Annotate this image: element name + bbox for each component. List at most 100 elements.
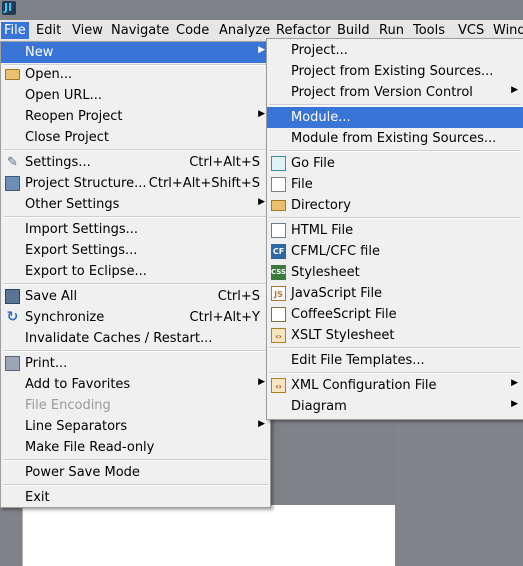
menu-build[interactable]: Build (334, 22, 373, 39)
menu-item-exit[interactable]: Exit (1, 487, 270, 508)
folder-icon (5, 69, 20, 80)
menu-separator (3, 484, 268, 486)
menu-item-label: Export Settings... (25, 243, 138, 258)
app-icon-letters: JI (4, 1, 13, 14)
menu-item-label: File Encoding (25, 398, 111, 413)
menu-separator (3, 283, 268, 285)
menu-window[interactable]: Wind (490, 22, 523, 39)
menu-view[interactable]: View (69, 22, 106, 39)
menu-item-close-project[interactable]: Close Project (1, 127, 270, 148)
menu-item-other-settings[interactable]: Other Settings ▶ (1, 194, 270, 215)
menu-item-print[interactable]: Print... (1, 353, 270, 374)
shortcut-label: Ctrl+S (217, 289, 260, 304)
menu-item-directory[interactable]: Directory (267, 195, 523, 216)
shortcut-label: Ctrl+Alt+Y (189, 310, 260, 325)
menu-vcs[interactable]: VCS (455, 22, 487, 39)
menu-item-label: Add to Favorites (25, 377, 131, 392)
menu-item-label: CFML/CFC file (291, 244, 380, 259)
css-file-icon: CSS (271, 265, 286, 280)
submenu-arrow-icon: ▶ (258, 377, 265, 387)
menu-item-label: Project from Version Control (291, 85, 473, 100)
menu-item-label: Make File Read-only (25, 440, 155, 455)
coffeescript-file-icon (271, 307, 286, 322)
menu-item-export-to-eclipse[interactable]: Export to Eclipse... (1, 261, 270, 282)
menu-item-label: JavaScript File (291, 286, 383, 301)
menu-navigate[interactable]: Navigate (108, 22, 172, 39)
menu-item-label: Save All (25, 289, 78, 304)
menu-analyze[interactable]: Analyze (216, 22, 273, 39)
menu-item-line-separators[interactable]: Line Separators ▶ (1, 416, 270, 437)
menu-item-file-encoding: File Encoding (1, 395, 270, 416)
wrench-icon: ✎ (7, 155, 18, 170)
menu-item-html-file[interactable]: HTML File (267, 220, 523, 241)
go-file-icon (271, 156, 286, 171)
menu-item-import-settings[interactable]: Import Settings... (1, 219, 270, 240)
menu-run[interactable]: Run (376, 22, 407, 39)
shortcut-label: Ctrl+Alt+Shift+S (148, 176, 260, 191)
xslt-file-icon: ‹› (271, 328, 286, 343)
menu-item-open-url[interactable]: Open URL... (1, 85, 270, 106)
menu-item-project-from-existing[interactable]: Project from Existing Sources... (267, 61, 523, 82)
menu-item-export-settings[interactable]: Export Settings... (1, 240, 270, 261)
menu-item-invalidate-caches[interactable]: Invalidate Caches / Restart... (1, 328, 270, 349)
menu-separator (3, 459, 268, 461)
shortcut-label: Ctrl+Alt+S (189, 155, 260, 170)
menu-file[interactable]: File (1, 22, 29, 39)
menu-item-xml-configuration-file[interactable]: ‹› XML Configuration File ▶ (267, 375, 523, 396)
menu-item-label: Exit (25, 490, 50, 505)
menu-item-save-all[interactable]: Save All Ctrl+S (1, 286, 270, 307)
menu-item-open[interactable]: Open... (1, 64, 270, 85)
menu-item-label: Diagram (291, 399, 347, 414)
menu-item-edit-file-templates[interactable]: Edit File Templates... (267, 350, 523, 371)
menu-item-diagram[interactable]: Diagram ▶ (267, 396, 523, 417)
menu-item-label: Invalidate Caches / Restart... (25, 331, 213, 346)
menu-item-label: Power Save Mode (25, 465, 140, 480)
submenu-arrow-icon: ▶ (511, 85, 518, 95)
menu-item-power-save-mode[interactable]: Power Save Mode (1, 462, 270, 483)
menu-code[interactable]: Code (173, 22, 212, 39)
menu-item-file[interactable]: File (267, 174, 523, 195)
menu-item-module-from-existing[interactable]: Module from Existing Sources... (267, 128, 523, 149)
html-file-icon (271, 223, 286, 238)
menu-item-make-read-only[interactable]: Make File Read-only (1, 437, 270, 458)
intellij-app-icon: JI (2, 1, 16, 15)
menu-item-label: XML Configuration File (291, 378, 437, 393)
xml-file-icon: ‹› (271, 378, 286, 393)
menu-item-module[interactable]: Module... (267, 107, 523, 128)
new-submenu: Project... Project from Existing Sources… (266, 38, 523, 420)
menu-separator (269, 347, 521, 349)
file-icon (271, 177, 286, 192)
menu-item-synchronize[interactable]: ↻ Synchronize Ctrl+Alt+Y (1, 307, 270, 328)
menu-item-label: XSLT Stylesheet (291, 328, 395, 343)
submenu-arrow-icon: ▶ (258, 419, 265, 429)
menu-item-new-project[interactable]: Project... (267, 40, 523, 61)
save-icon (5, 289, 20, 304)
menu-item-cfml-cfc-file[interactable]: CF CFML/CFC file (267, 241, 523, 262)
menu-item-label: Project from Existing Sources... (291, 64, 494, 79)
menu-item-label: Module from Existing Sources... (291, 131, 497, 146)
submenu-arrow-icon: ▶ (258, 197, 265, 207)
menu-edit[interactable]: Edit (33, 22, 64, 39)
menu-separator (3, 350, 268, 352)
menu-item-new[interactable]: New ▶ (1, 42, 270, 63)
menu-item-project-structure[interactable]: Project Structure... Ctrl+Alt+Shift+S (1, 173, 270, 194)
menu-item-label: Other Settings (25, 197, 120, 212)
menu-item-label: New (25, 45, 54, 60)
printer-icon (5, 356, 20, 371)
submenu-arrow-icon: ▶ (511, 378, 518, 388)
menu-item-stylesheet[interactable]: CSS Stylesheet (267, 262, 523, 283)
menu-separator (269, 150, 521, 152)
menu-item-coffeescript-file[interactable]: CoffeeScript File (267, 304, 523, 325)
file-menu: New ▶ Open... Open URL... Reopen Project… (0, 41, 271, 508)
menu-item-xslt-stylesheet[interactable]: ‹› XSLT Stylesheet (267, 325, 523, 346)
menu-item-settings[interactable]: ✎ Settings... Ctrl+Alt+S (1, 152, 270, 173)
menu-item-add-to-favorites[interactable]: Add to Favorites ▶ (1, 374, 270, 395)
menu-item-javascript-file[interactable]: JS JavaScript File (267, 283, 523, 304)
menu-separator (3, 149, 268, 151)
menu-item-go-file[interactable]: Go File (267, 153, 523, 174)
menu-refactor[interactable]: Refactor (273, 22, 334, 39)
menu-item-project-from-vcs[interactable]: Project from Version Control ▶ (267, 82, 523, 103)
menu-tools[interactable]: Tools (410, 22, 448, 39)
menu-item-label: Line Separators (25, 419, 128, 434)
menu-item-reopen-project[interactable]: Reopen Project ▶ (1, 106, 270, 127)
